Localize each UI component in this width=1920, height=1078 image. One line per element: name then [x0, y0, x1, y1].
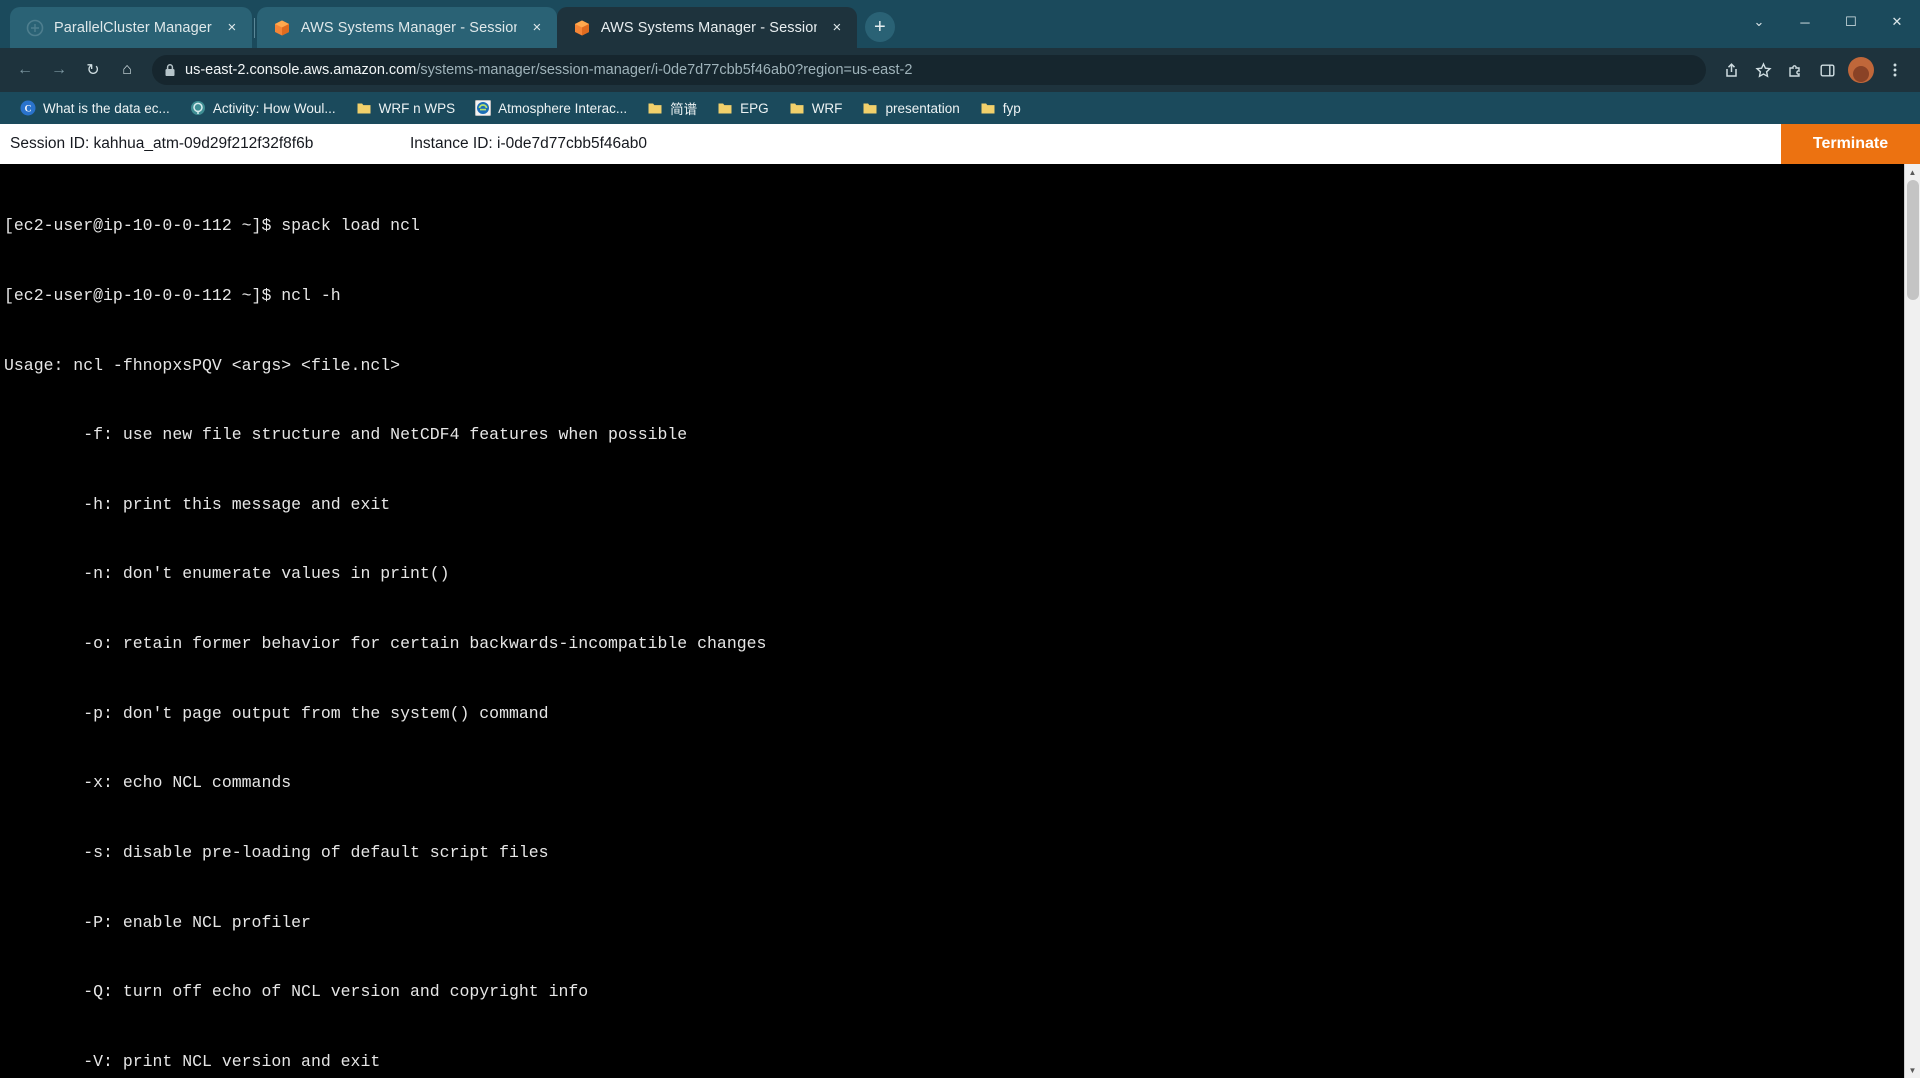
bookmark-item-3[interactable]: Atmosphere Interac...: [467, 97, 635, 119]
browser-window: ParallelCluster Manager × AWS Systems Ma…: [0, 0, 1920, 1078]
close-window-icon[interactable]: ✕: [1874, 0, 1920, 44]
circle-icon: [190, 100, 206, 116]
tab-strip: ParallelCluster Manager × AWS Systems Ma…: [0, 0, 1920, 48]
bookmark-label: WRF: [811, 100, 843, 116]
avatar[interactable]: [1848, 57, 1874, 83]
terminal-line: -p: don't page output from the system() …: [4, 703, 549, 723]
bookmark-item-8[interactable]: fyp: [972, 97, 1029, 119]
reload-icon[interactable]: ↻: [78, 55, 108, 85]
folder-icon: [980, 100, 996, 116]
home-icon[interactable]: ⌂: [112, 55, 142, 85]
terminal-line: -x: echo NCL commands: [4, 773, 292, 793]
browser-tab-title: AWS Systems Manager - Session: [600, 19, 817, 36]
maximize-window-icon[interactable]: ☐: [1828, 0, 1874, 44]
aws-cube-icon: [573, 19, 591, 37]
bookmarks-bar: C What is the data ec... Activity: How W…: [0, 92, 1920, 124]
terminal-line: -f: use new file structure and NetCDF4 f…: [4, 425, 688, 445]
toolbar-actions: [1716, 55, 1910, 85]
terminal-line: -s: disable pre-loading of default scrip…: [4, 842, 549, 862]
back-icon[interactable]: ←: [10, 55, 40, 85]
terminal-scrollbar[interactable]: ▲ ▼: [1904, 164, 1920, 1078]
share-icon[interactable]: [1716, 55, 1746, 85]
terminal-line: [ec2-user@ip-10-0-0-112 ~]$ ncl -h: [4, 286, 341, 306]
browser-tab-aws-systems-manager-1[interactable]: AWS Systems Manager - Session ×: [256, 7, 557, 48]
terminal-line: -h: print this message and exit: [4, 494, 391, 514]
bookmark-label: fyp: [1002, 100, 1021, 116]
puzzle-icon[interactable]: [1780, 55, 1810, 85]
terminal-line: [ec2-user@ip-10-0-0-112 ~]$ spack load n…: [4, 216, 420, 236]
svg-text:C: C: [25, 105, 32, 115]
tab-search-chevron-down-icon[interactable]: ⌄: [1736, 0, 1782, 44]
folder-icon: [717, 100, 733, 116]
bookmark-item-0[interactable]: C What is the data ec...: [12, 97, 178, 119]
scroll-up-icon[interactable]: ▲: [1904, 164, 1920, 180]
terminal-line: -n: don't enumerate values in print(): [4, 564, 450, 584]
bookmark-label: Atmosphere Interac...: [498, 100, 628, 116]
browser-tab-parallelcluster-manager[interactable]: ParallelCluster Manager ×: [10, 7, 252, 48]
scrollbar-track[interactable]: [1904, 180, 1920, 1062]
bookmark-label: Activity: How Woul...: [212, 100, 336, 116]
terminal-line: -Q: turn off echo of NCL version and cop…: [4, 982, 589, 1002]
tab-close-icon[interactable]: ×: [222, 18, 242, 38]
folder-icon: [862, 100, 878, 116]
session-id-label: Session ID: kahhua_atm-09d29f212f32f8f6b: [10, 134, 314, 152]
new-tab-button[interactable]: +: [864, 12, 895, 42]
terminal-line: -P: enable NCL profiler: [4, 912, 311, 932]
bookmark-item-7[interactable]: presentation: [854, 97, 967, 119]
star-icon[interactable]: [1748, 55, 1778, 85]
folder-icon: [647, 100, 663, 116]
bookmark-label: 简谱: [670, 102, 698, 117]
aws-cube-icon: [273, 19, 291, 37]
window-controls: ⌄ ─ ☐ ✕: [1736, 0, 1920, 44]
bookmark-item-5[interactable]: EPG: [709, 97, 777, 119]
lock-icon: [164, 63, 176, 77]
browser-tab-title: ParallelCluster Manager: [54, 19, 212, 36]
forward-icon[interactable]: →: [44, 55, 74, 85]
terminal-panel[interactable]: [ec2-user@ip-10-0-0-112 ~]$ spack load n…: [0, 164, 1920, 1078]
bookmark-item-2[interactable]: WRF n WPS: [348, 97, 464, 119]
url-text: us-east-2.console.aws.amazon.com/systems…: [185, 62, 912, 78]
coursera-icon: C: [20, 100, 36, 116]
minimize-window-icon[interactable]: ─: [1782, 0, 1828, 44]
tab-close-icon[interactable]: ×: [527, 18, 547, 38]
scrollbar-thumb[interactable]: [1906, 180, 1919, 300]
navigation-toolbar: ← → ↻ ⌂ us-east-2.console.aws.amazon.com…: [0, 48, 1920, 92]
browser-tab-title: AWS Systems Manager - Session: [300, 19, 517, 36]
terminate-button[interactable]: Terminate: [1781, 124, 1920, 164]
cluster-icon: [26, 19, 44, 37]
address-bar[interactable]: us-east-2.console.aws.amazon.com/systems…: [152, 55, 1706, 85]
globe-icon: [475, 100, 492, 116]
session-header: Session ID: kahhua_atm-09d29f212f32f8f6b…: [0, 124, 1920, 164]
url-path: /systems-manager/session-manager/i-0de7d…: [416, 62, 913, 78]
tab-close-icon[interactable]: ×: [827, 18, 847, 38]
terminal-line: -V: print NCL version and exit: [4, 1051, 381, 1071]
terminal-line: Usage: ncl -fhnopxsPQV <args> <file.ncl>: [4, 355, 401, 375]
url-host: us-east-2.console.aws.amazon.com: [185, 62, 417, 78]
kebab-menu-icon[interactable]: [1880, 55, 1910, 85]
bookmark-label: WRF n WPS: [378, 100, 456, 116]
tab-divider: [253, 18, 255, 38]
bookmark-item-1[interactable]: Activity: How Woul...: [182, 97, 344, 119]
bookmark-label: presentation: [885, 100, 960, 116]
bookmark-item-4[interactable]: 简谱: [639, 95, 705, 121]
sidepanel-icon[interactable]: [1812, 55, 1842, 85]
terminal-output[interactable]: [ec2-user@ip-10-0-0-112 ~]$ spack load n…: [0, 164, 1904, 1078]
folder-icon: [789, 100, 805, 116]
terminal-line: -o: retain former behavior for certain b…: [4, 634, 767, 654]
scroll-down-icon[interactable]: ▼: [1904, 1062, 1920, 1078]
folder-icon: [356, 100, 372, 116]
bookmark-item-6[interactable]: WRF: [781, 97, 851, 119]
bookmark-label: What is the data ec...: [43, 100, 170, 116]
browser-tab-aws-systems-manager-2[interactable]: AWS Systems Manager - Session ×: [556, 7, 857, 48]
bookmark-label: EPG: [740, 100, 769, 116]
instance-id-label: Instance ID: i-0de7d77cbb5f46ab0: [410, 134, 647, 152]
